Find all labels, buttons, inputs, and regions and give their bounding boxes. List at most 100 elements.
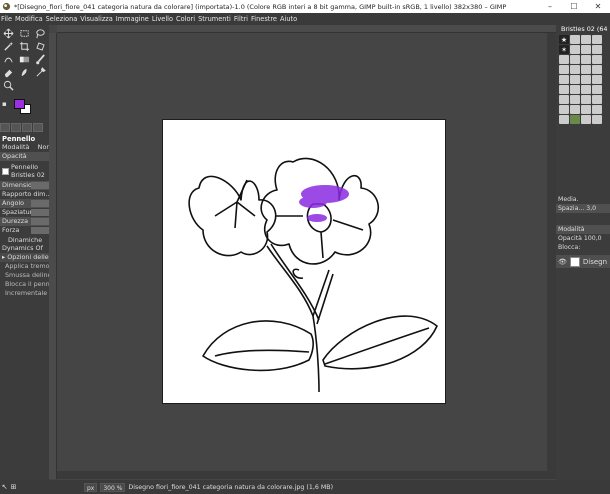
brush-item[interactable] <box>592 115 602 124</box>
panel-spacer <box>556 125 610 195</box>
vertical-scrollbar[interactable] <box>547 33 556 471</box>
smooth-stroke-checkbox[interactable]: Smussa delinea <box>0 271 49 280</box>
brush-item[interactable] <box>570 115 580 124</box>
brush-item[interactable] <box>581 105 591 114</box>
zoom-selector[interactable]: 300 % <box>100 482 126 492</box>
brush-item[interactable] <box>592 85 602 94</box>
brush-selector[interactable]: Pennello Bristles 02 <box>0 161 49 181</box>
rotate-icon[interactable] <box>33 40 47 53</box>
menu-edit[interactable]: Modifica <box>15 15 43 23</box>
brush-item[interactable] <box>559 75 569 84</box>
tool-options-tab[interactable] <box>0 123 10 132</box>
images-tab[interactable] <box>33 123 43 132</box>
spacing-slider[interactable]: Spaziatura <box>0 208 49 217</box>
minimize-button[interactable]: – <box>538 0 562 13</box>
brush-item[interactable] <box>592 105 602 114</box>
brush-item[interactable] <box>570 55 580 64</box>
rect-select-icon[interactable] <box>17 27 31 40</box>
layer-thumbnail <box>569 256 580 267</box>
horizontal-scrollbar[interactable] <box>57 471 556 479</box>
menu-windows[interactable]: Finestre <box>251 15 277 23</box>
brush-filter[interactable]: Media. <box>556 195 610 204</box>
force-slider[interactable]: Forza <box>0 226 49 235</box>
brush-item[interactable] <box>592 55 602 64</box>
gradient-icon[interactable] <box>17 53 31 66</box>
layer-lock[interactable]: Blocca: <box>556 243 610 252</box>
close-button[interactable]: ✕ <box>586 0 610 13</box>
apply-jitter-checkbox[interactable]: Applica tremol <box>0 262 49 271</box>
brush-item[interactable] <box>570 95 580 104</box>
menu-file[interactable]: File <box>1 15 12 23</box>
brush-item[interactable] <box>592 45 602 54</box>
default-colors-icon[interactable]: ▪ <box>2 100 7 108</box>
foreground-color[interactable] <box>14 99 25 109</box>
color-picker-icon[interactable] <box>33 66 47 79</box>
warp-icon[interactable] <box>1 53 15 66</box>
mode-row[interactable]: Modalità Nor <box>0 143 49 152</box>
menu-filters[interactable]: Filtri <box>234 15 248 23</box>
brush-spacing-slider[interactable]: Spazia... 3,0 <box>556 204 610 213</box>
brush-item[interactable] <box>581 55 591 64</box>
angle-slider[interactable]: Angolo <box>0 199 49 208</box>
undo-history-tab[interactable] <box>22 123 32 132</box>
fuzzy-select-icon[interactable] <box>1 40 15 53</box>
layer-mode[interactable]: Modalità <box>556 225 610 234</box>
brush-item[interactable] <box>559 85 569 94</box>
brush-item[interactable] <box>570 65 580 74</box>
aspect-slider[interactable]: Rapporto dim... <box>0 190 49 199</box>
brush-item[interactable] <box>592 65 602 74</box>
brush-item[interactable] <box>581 35 591 44</box>
menu-view[interactable]: Visualizza <box>80 15 112 23</box>
eraser-icon[interactable] <box>1 66 15 79</box>
brush-item[interactable] <box>592 95 602 104</box>
brush-star-icon[interactable]: ★ <box>559 35 569 44</box>
brushes-grid[interactable]: ★ ✶ <box>556 34 610 125</box>
lock-brush-checkbox[interactable]: Blocca il penne <box>0 280 49 289</box>
paintbrush-icon[interactable] <box>33 53 47 66</box>
hardness-slider[interactable]: Durezza <box>0 217 49 226</box>
brush-item[interactable] <box>581 45 591 54</box>
dynamics-selector[interactable]: Dinamiche Dynamics Of <box>0 235 49 253</box>
layer-opacity[interactable]: Opacità 100,0 <box>556 234 610 243</box>
opacity-slider[interactable]: Opacità <box>0 152 49 161</box>
crop-icon[interactable] <box>17 40 31 53</box>
brush-item[interactable] <box>581 65 591 74</box>
brush-item[interactable] <box>559 65 569 74</box>
lasso-icon[interactable] <box>33 27 47 40</box>
brush-item[interactable] <box>581 95 591 104</box>
nav-icon[interactable]: ⊞ <box>9 483 18 491</box>
brush-item[interactable] <box>559 95 569 104</box>
layer-row[interactable]: 👁 Disegn <box>556 255 610 268</box>
image-canvas[interactable] <box>162 119 446 404</box>
smudge-icon[interactable] <box>17 66 31 79</box>
move-tool-icon[interactable] <box>1 27 15 40</box>
brush-item[interactable] <box>570 35 580 44</box>
eye-icon[interactable]: 👁 <box>558 258 567 266</box>
brush-item[interactable] <box>559 105 569 114</box>
dynamics-options-expander[interactable]: ▸ Opzioni delle d <box>0 253 49 262</box>
zoom-icon[interactable] <box>1 79 15 92</box>
brush-item[interactable] <box>570 75 580 84</box>
brush-item[interactable] <box>570 85 580 94</box>
brush-item[interactable] <box>581 115 591 124</box>
brush-item[interactable] <box>592 35 602 44</box>
brush-item[interactable] <box>581 85 591 94</box>
size-slider[interactable]: Dimensione <box>0 181 49 190</box>
menu-colors[interactable]: Colori <box>176 15 195 23</box>
menu-tools[interactable]: Strumenti <box>198 15 231 23</box>
menu-help[interactable]: Aiuto <box>280 15 297 23</box>
brush-item[interactable] <box>559 115 569 124</box>
unit-selector[interactable]: px <box>84 482 98 492</box>
maximize-button[interactable]: ☐ <box>562 0 586 13</box>
brush-item[interactable] <box>581 75 591 84</box>
brush-item[interactable] <box>570 105 580 114</box>
menu-image[interactable]: Immagine <box>116 15 149 23</box>
brush-item[interactable] <box>570 45 580 54</box>
brush-star-icon[interactable]: ✶ <box>559 45 569 54</box>
incremental-checkbox[interactable]: Incrementale <box>0 289 49 298</box>
brush-item[interactable] <box>592 75 602 84</box>
menu-select[interactable]: Seleziona <box>46 15 78 23</box>
device-status-tab[interactable] <box>11 123 21 132</box>
menu-layer[interactable]: Livello <box>152 15 173 23</box>
brush-item[interactable] <box>559 55 569 64</box>
